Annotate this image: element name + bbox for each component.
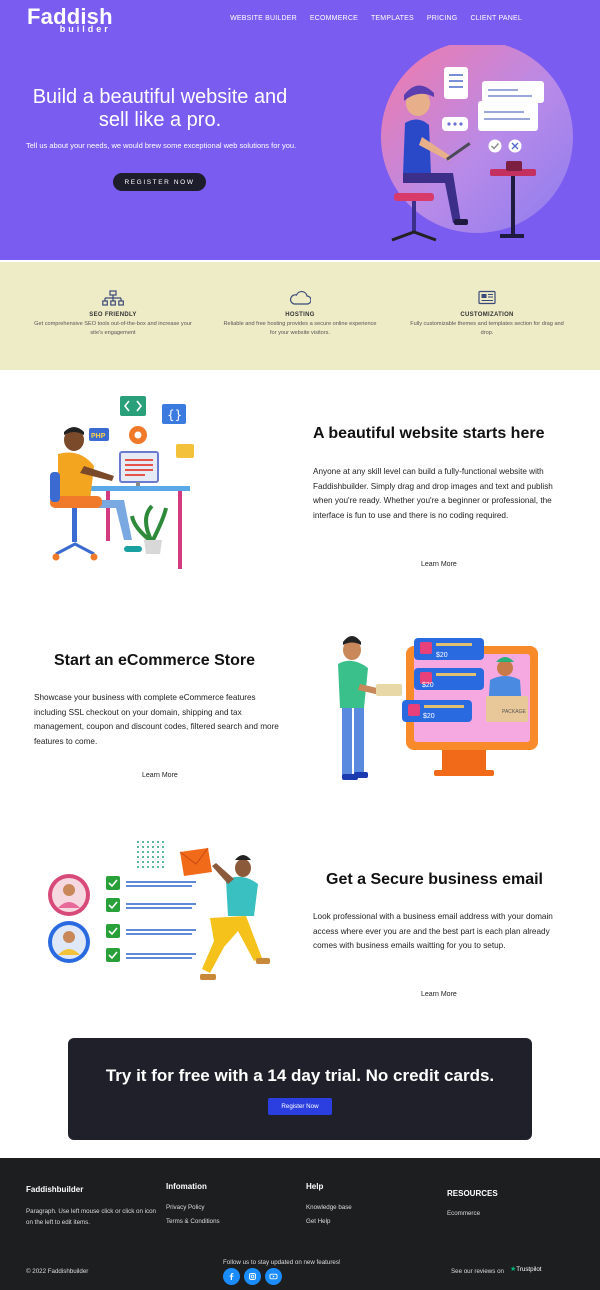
section-title: Get a Secure business email xyxy=(326,871,543,888)
footer-info-heading: Infomation xyxy=(166,1182,207,1191)
price-label: $20 xyxy=(423,713,435,720)
logo[interactable]: Faddish builder xyxy=(27,6,113,35)
footer-brand-text: Paragraph. Use left mouse click or click… xyxy=(26,1208,156,1226)
cloud-icon xyxy=(290,290,311,305)
feature-customization: CUSTOMIZATION Fully customizable themes … xyxy=(407,290,567,338)
learn-more-link[interactable]: Learn More xyxy=(421,561,457,568)
ecommerce-illustration: $20 $20 $20 PACKAGE xyxy=(338,636,538,780)
feature-desc: Fully customizable themes and templates … xyxy=(410,321,564,336)
feature-desc: Reliable and free hosting provides a sec… xyxy=(223,321,377,336)
price-label: $20 xyxy=(422,682,434,689)
feature-title: SEO FRIENDLY xyxy=(89,312,137,318)
youtube-icon[interactable] xyxy=(265,1268,282,1285)
privacy-policy-link[interactable]: Privacy Policy xyxy=(166,1201,220,1215)
instagram-icon[interactable] xyxy=(244,1268,261,1285)
feature-hosting: HOSTING Reliable and free hosting provid… xyxy=(220,290,380,338)
nav-pricing[interactable]: PRICING xyxy=(427,15,458,22)
section-text: Look professional with a business email … xyxy=(313,912,553,951)
hero-title: Build a beautiful website and sell like … xyxy=(32,86,288,131)
main-nav: WEBSITE BUILDER ECOMMERCE TEMPLATES PRIC… xyxy=(230,15,522,22)
footer-resources-col: RESOURCES Ecommerce xyxy=(447,1189,498,1221)
sitemap-icon xyxy=(102,290,124,306)
footer-brand-col: Faddishbuilder Paragraph. Use left mouse… xyxy=(26,1185,156,1228)
price-label: $20 xyxy=(436,652,448,659)
nav-templates[interactable]: TEMPLATES xyxy=(371,15,414,22)
knowledge-base-link[interactable]: Knowledge base xyxy=(306,1201,352,1215)
footer-help-heading: Help xyxy=(306,1182,324,1191)
hero-subtitle: Tell us about your needs, we would brew … xyxy=(26,141,297,150)
business-email-illustration xyxy=(48,841,270,980)
hero-illustration xyxy=(381,45,573,242)
ecommerce-link[interactable]: Ecommerce xyxy=(447,1207,498,1221)
get-help-link[interactable]: Get Help xyxy=(306,1215,352,1229)
feature-title: HOSTING xyxy=(285,312,315,318)
footer-info-col: Infomation Privacy Policy Terms & Condit… xyxy=(166,1182,220,1229)
package-label: PACKAGE xyxy=(502,709,526,715)
section-title: A beautiful website starts here xyxy=(313,425,545,442)
section-text: Showcase your business with complete eCo… xyxy=(34,693,279,746)
feature-seo: SEO FRIENDLY Get comprehensive SEO tools… xyxy=(33,290,193,338)
feature-title: CUSTOMIZATION xyxy=(460,312,514,318)
website-builder-illustration: {} PHP xyxy=(50,396,194,569)
trustpilot-label: Trustpilot xyxy=(516,1266,542,1273)
nav-ecommerce[interactable]: ECOMMERCE xyxy=(310,15,358,22)
svg-text:{}: {} xyxy=(167,408,182,422)
hero-section: Faddish builder WEBSITE BUILDER ECOMMERC… xyxy=(0,0,600,260)
copyright: © 2022 Faddishbuilder xyxy=(26,1268,89,1275)
learn-more-link[interactable]: Learn More xyxy=(421,991,457,998)
register-now-cta-button[interactable]: Register Now xyxy=(268,1098,332,1115)
layout-icon xyxy=(478,290,496,305)
section-title: Start an eCommerce Store xyxy=(54,652,255,669)
facebook-icon[interactable] xyxy=(223,1268,240,1285)
learn-more-link[interactable]: Learn More xyxy=(142,772,178,779)
footer-resources-heading: RESOURCES xyxy=(447,1189,498,1198)
footer-help-col: Help Knowledge base Get Help xyxy=(306,1182,352,1229)
nav-client-panel[interactable]: CLIENT PANEL xyxy=(470,15,522,22)
feature-desc: Get comprehensive SEO tools out-of-the-b… xyxy=(34,321,192,336)
features-band: SEO FRIENDLY Get comprehensive SEO tools… xyxy=(0,262,600,370)
register-now-button[interactable]: REGISTER NOW xyxy=(113,173,206,191)
footer: Faddishbuilder Paragraph. Use left mouse… xyxy=(0,1158,600,1290)
trial-title: Try it for free with a 14 day trial. No … xyxy=(105,1066,495,1085)
trial-banner: Try it for free with a 14 day trial. No … xyxy=(68,1038,532,1140)
trustpilot-logo[interactable]: ★Trustpilot xyxy=(510,1265,542,1273)
follow-text: Follow us to stay updated on new feature… xyxy=(223,1259,341,1266)
terms-link[interactable]: Terms & Conditions xyxy=(166,1215,220,1229)
nav-website-builder[interactable]: WEBSITE BUILDER xyxy=(230,15,297,22)
footer-brand: Faddishbuilder xyxy=(26,1185,84,1194)
php-label: PHP xyxy=(91,433,106,440)
section-text: Anyone at any skill level can build a fu… xyxy=(313,467,553,520)
reviews-text: See our reviews on xyxy=(451,1268,504,1275)
